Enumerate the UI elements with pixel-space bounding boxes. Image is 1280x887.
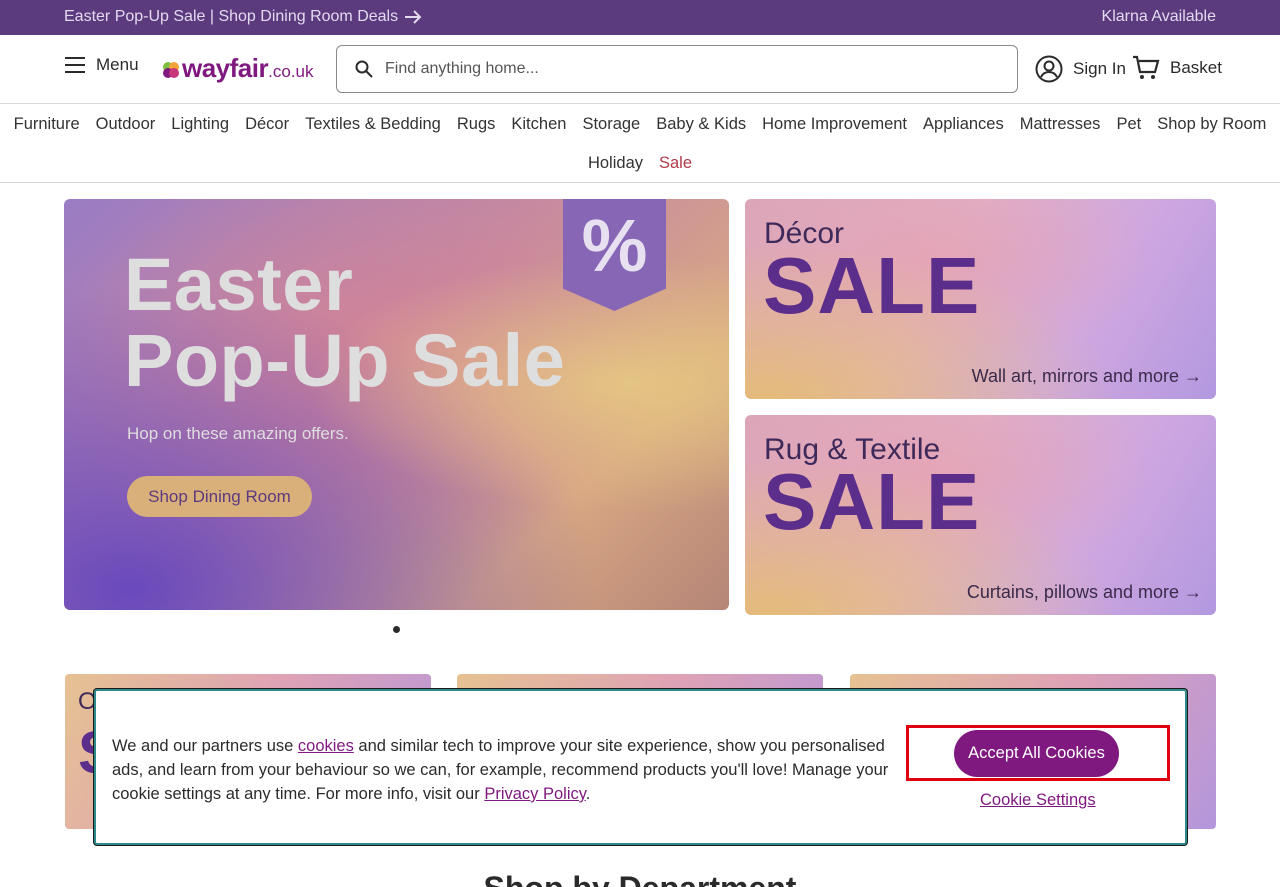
nav-item-mattresses[interactable]: Mattresses [1020,115,1101,134]
nav-item-sale[interactable]: Sale [659,154,692,173]
hero-title-line2: Pop-Up Sale [124,319,566,402]
basket-label: Basket [1170,58,1222,77]
nav-item-storage[interactable]: Storage [582,115,640,134]
promo-link[interactable]: Easter Pop-Up Sale | Shop Dining Room De… [64,8,422,26]
category-nav: Furniture Outdoor Lighting Décor Textiles & … [0,104,1280,183]
privacy-policy-link[interactable]: Privacy Policy [484,785,585,803]
basket-button[interactable]: Basket [1132,55,1222,81]
search-bar[interactable] [336,45,1018,93]
cookies-link[interactable]: cookies [298,737,354,755]
promo-sale-text: SALE [763,457,981,546]
nav-item-baby-kids[interactable]: Baby & Kids [656,115,746,134]
shop-dining-room-button[interactable]: Shop Dining Room [127,476,312,517]
accept-all-cookies-button[interactable]: Accept All Cookies [954,730,1119,777]
arrow-right-icon [405,10,422,24]
hamburger-icon [65,57,85,73]
cookie-banner: We and our partners use cookies and simi… [94,689,1187,845]
cookie-text-3: . [585,785,591,803]
logo-word: wayfair [182,53,269,83]
logo-pinwheel-icon [163,62,179,78]
rug-textile-sale-card[interactable]: Rug & Textile SALE Curtains, pillows and… [745,415,1216,615]
nav-item-d-cor[interactable]: Décor [245,115,289,134]
percent-badge: % [563,199,666,311]
sign-in-button[interactable]: Sign In [1035,55,1126,83]
klarna-link[interactable]: Klarna Available [1102,8,1216,26]
account-icon [1035,55,1063,83]
cookie-text-1: We and our partners use [112,737,298,755]
section-heading: Shop by Department [0,870,1280,887]
promo-link[interactable]: Curtains, pillows and more → [967,582,1202,603]
hero-title: Easter Pop-Up Sale [124,247,565,399]
nav-item-kitchen[interactable]: Kitchen [511,115,566,134]
promo-link[interactable]: Wall art, mirrors and more → [972,366,1202,387]
nav-item-pet[interactable]: Pet [1116,115,1141,134]
promo-text: Easter Pop-Up Sale | Shop Dining Room De… [64,8,399,25]
search-icon [355,60,373,78]
hero-banner[interactable]: % Easter Pop-Up Sale Hop on these amazin… [64,199,729,610]
nav-item-textiles-bedding[interactable]: Textiles & Bedding [305,115,441,134]
nav-item-lighting[interactable]: Lighting [171,115,229,134]
carousel-dot[interactable] [393,626,400,633]
decor-sale-card[interactable]: Décor SALE Wall art, mirrors and more → [745,199,1216,399]
nav-item-home-improvement[interactable]: Home Improvement [762,115,907,134]
nav-item-rugs[interactable]: Rugs [457,115,496,134]
menu-label: Menu [96,55,139,74]
promo-banner: Easter Pop-Up Sale | Shop Dining Room De… [0,0,1280,35]
hero-subtitle: Hop on these amazing offers. [127,424,349,443]
promo-sale-text: SALE [763,241,981,330]
hero-title-line1: Easter [124,243,354,326]
nav-item-shop-by-room[interactable]: Shop by Room [1157,115,1266,134]
site-header: Menu wayfair .co.uk Sign In Basket [0,35,1280,104]
basket-icon [1133,55,1160,79]
nav-item-appliances[interactable]: Appliances [923,115,1004,134]
wayfair-logo[interactable]: wayfair .co.uk [162,53,313,84]
search-input[interactable] [385,60,985,78]
sign-in-label: Sign In [1073,59,1126,78]
cookie-message: We and our partners use cookies and simi… [112,734,902,806]
cookie-settings-link[interactable]: Cookie Settings [980,791,1096,810]
nav-item-holiday[interactable]: Holiday [588,154,643,173]
menu-button[interactable]: Menu [64,55,139,75]
nav-item-furniture[interactable]: Furniture [14,115,80,134]
nav-item-outdoor[interactable]: Outdoor [96,115,156,134]
logo-tld: .co.uk [268,62,314,81]
